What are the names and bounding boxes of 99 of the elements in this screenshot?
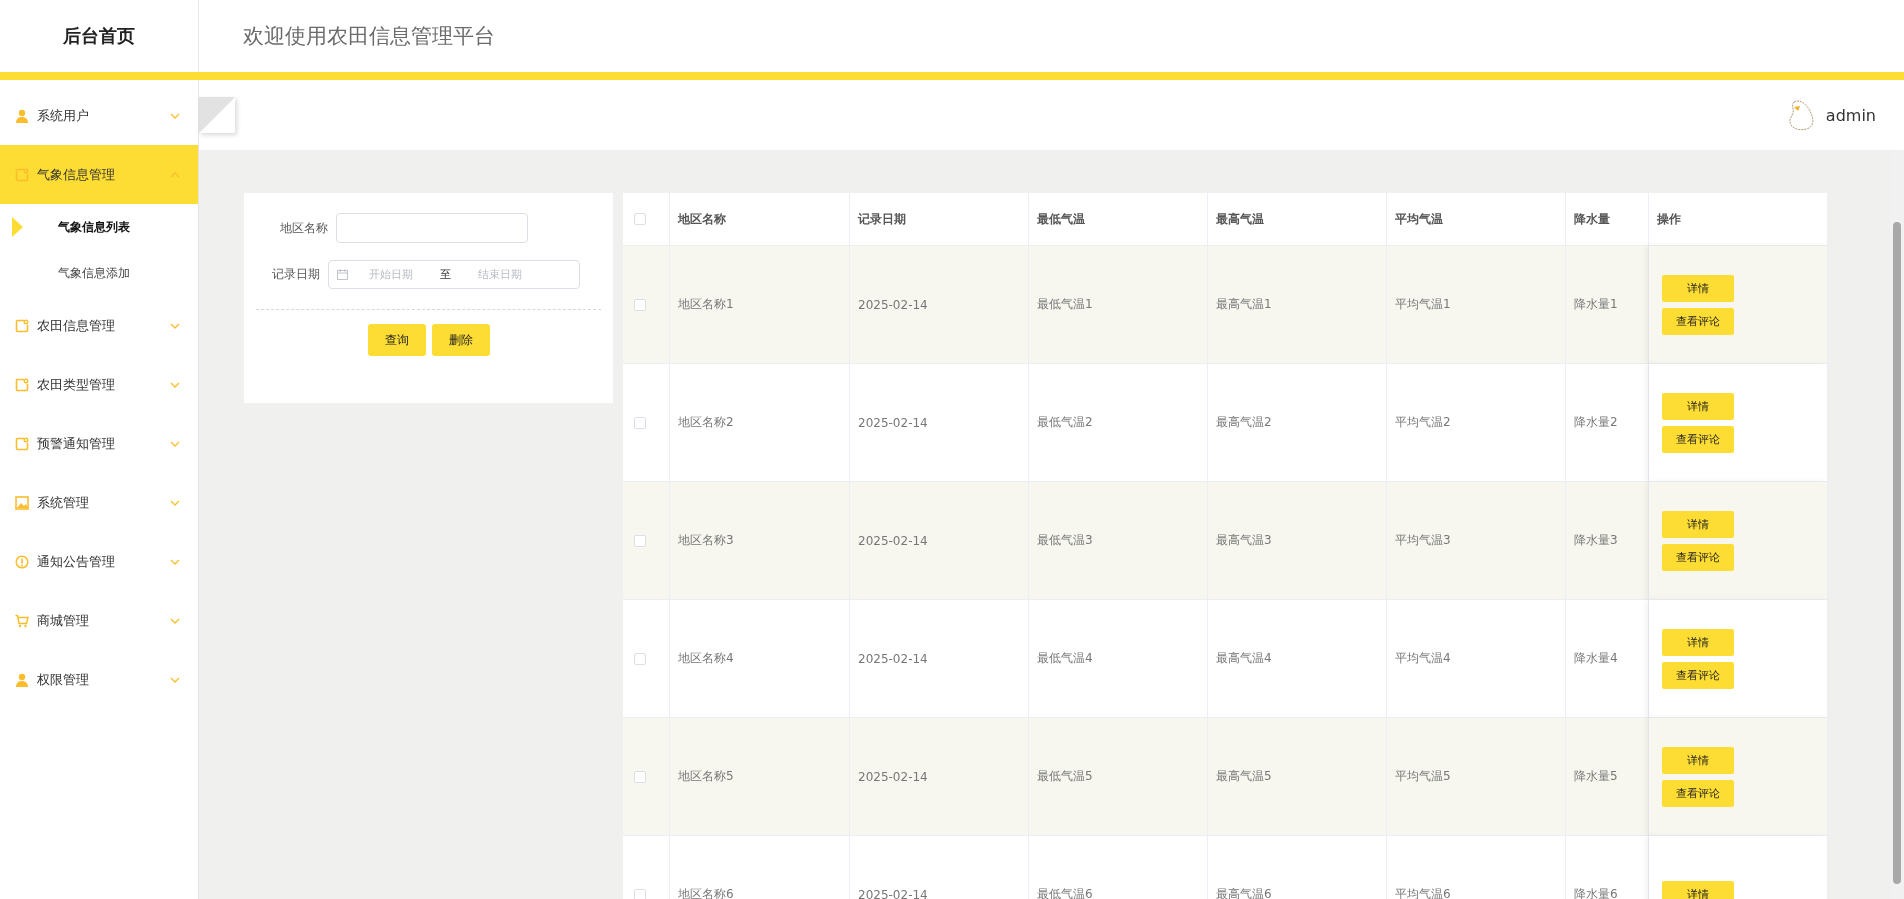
chevron-down-icon [170, 499, 180, 506]
user-icon [15, 672, 29, 687]
cart-icon [15, 613, 29, 628]
menu-item[interactable]: 农田信息管理 [0, 296, 198, 355]
action-button[interactable]: 详情 [1662, 881, 1734, 899]
table-cell: 2025-02-14 [850, 718, 1029, 836]
table-cell: 最低气温3 [1029, 482, 1208, 600]
chevron-down-icon [170, 676, 180, 683]
table-cell: 最低气温1 [1029, 246, 1208, 364]
picture-icon [15, 495, 29, 510]
menu-item[interactable]: 权限管理 [0, 650, 198, 709]
note-icon [15, 318, 29, 333]
menu-item[interactable]: 通知公告管理 [0, 532, 198, 591]
checkbox[interactable] [634, 652, 646, 665]
action-button[interactable]: 详情 [1662, 746, 1734, 774]
table-cell: 2025-02-14 [850, 364, 1029, 482]
action-button[interactable]: 详情 [1662, 392, 1734, 420]
note-icon [15, 436, 29, 451]
menu-item[interactable]: 气象信息管理 [0, 145, 198, 204]
table-cell: 最低气温5 [1029, 718, 1208, 836]
table-cell: 地区名称3 [670, 482, 850, 600]
chevron-down-icon [170, 112, 180, 119]
table-cell: 平均气温5 [1387, 718, 1566, 836]
checkbox[interactable] [634, 770, 646, 783]
table-cell: 平均气温3 [1387, 482, 1566, 600]
action-button[interactable]: 查看评论 [1662, 425, 1734, 453]
menu-label: 商城管理 [37, 611, 90, 630]
table-cell: 地区名称4 [670, 600, 850, 718]
filter-button[interactable]: 查询 [367, 324, 426, 356]
table-cell: 降水量1 [1566, 246, 1649, 364]
user-name[interactable]: admin [1825, 105, 1876, 125]
menu-item[interactable]: 农田类型管理 [0, 355, 198, 414]
action-button[interactable]: 查看评论 [1662, 307, 1734, 335]
menu-label: 系统管理 [37, 493, 90, 512]
menu-label: 农田类型管理 [37, 375, 116, 394]
menu-label: 权限管理 [37, 670, 90, 689]
table-cell: 最高气温4 [1208, 600, 1387, 718]
table-cell: 2025-02-14 [850, 246, 1029, 364]
checkbox[interactable] [634, 888, 646, 899]
chevron-down-icon [170, 617, 180, 624]
action-button[interactable]: 详情 [1662, 510, 1734, 538]
active-marker-icon [12, 217, 23, 237]
action-button[interactable]: 详情 [1662, 274, 1734, 302]
calendar-icon [337, 268, 348, 280]
menu-item[interactable]: 系统管理 [0, 473, 198, 532]
table-cell: 最高气温1 [1208, 246, 1387, 364]
filter-button[interactable]: 删除 [431, 324, 490, 356]
menu-item[interactable]: 系统用户 [0, 86, 198, 145]
table-cell: 地区名称1 [670, 246, 850, 364]
note-icon [15, 377, 29, 392]
user-icon [15, 108, 29, 123]
table-cell: 最低气温2 [1029, 364, 1208, 482]
info-icon [15, 554, 29, 569]
action-button[interactable]: 查看评论 [1662, 661, 1734, 689]
checkbox[interactable] [634, 298, 646, 311]
chevron-down-icon [170, 440, 180, 447]
menu-item[interactable]: 商城管理 [0, 591, 198, 650]
action-button[interactable]: 查看评论 [1662, 779, 1734, 807]
chevron-up-icon [170, 171, 180, 178]
table-cell: 最高气温3 [1208, 482, 1387, 600]
table-cell: 平均气温2 [1387, 364, 1566, 482]
field-label: 记录日期 [271, 265, 320, 283]
chevron-down-icon [170, 558, 180, 565]
table-cell: 最高气温5 [1208, 718, 1387, 836]
table-cell: 最高气温2 [1208, 364, 1387, 482]
menu-label: 预警通知管理 [37, 434, 116, 453]
chevron-down-icon [170, 381, 180, 388]
table-cell: 地区名称2 [670, 364, 850, 482]
checkbox[interactable] [634, 213, 646, 225]
table-cell: 2025-02-14 [850, 482, 1029, 600]
table-cell: 降水量5 [1566, 718, 1649, 836]
table-cell: 降水量2 [1566, 364, 1649, 482]
table-cell: 平均气温1 [1387, 246, 1566, 364]
table-cell: 降水量3 [1566, 482, 1649, 600]
table-cell: 最低气温4 [1029, 600, 1208, 718]
checkbox[interactable] [634, 416, 646, 429]
page-title: 欢迎使用农田信息管理平台 [242, 23, 495, 50]
table-cell: 降水量4 [1566, 600, 1649, 718]
menu-item[interactable]: 预警通知管理 [0, 414, 198, 473]
fold-corner-icon[interactable] [199, 97, 235, 133]
menu-label: 通知公告管理 [37, 552, 116, 571]
region-name-field[interactable] [336, 213, 528, 243]
chevron-down-icon [170, 322, 180, 329]
menu-label: 农田信息管理 [37, 316, 116, 335]
menu-label: 气象信息管理 [37, 165, 116, 184]
menu-label: 系统用户 [37, 106, 90, 125]
table-cell: 2025-02-14 [850, 600, 1029, 718]
date-range-field[interactable]: 开始日期 至 结束日期 [328, 259, 580, 289]
action-button[interactable]: 详情 [1662, 628, 1734, 656]
submenu-item[interactable]: 气象信息添加 [58, 264, 130, 282]
scrollbar-thumb[interactable] [1893, 222, 1901, 884]
submenu-item[interactable]: 气象信息列表 [58, 218, 130, 236]
field-label: 地区名称 [279, 219, 328, 237]
table-cell: 平均气温4 [1387, 600, 1566, 718]
checkbox[interactable] [634, 534, 646, 547]
action-button[interactable]: 查看评论 [1662, 543, 1734, 571]
range-separator: 至 [439, 266, 452, 282]
note-icon [15, 167, 29, 182]
table-cell: 地区名称5 [670, 718, 850, 836]
